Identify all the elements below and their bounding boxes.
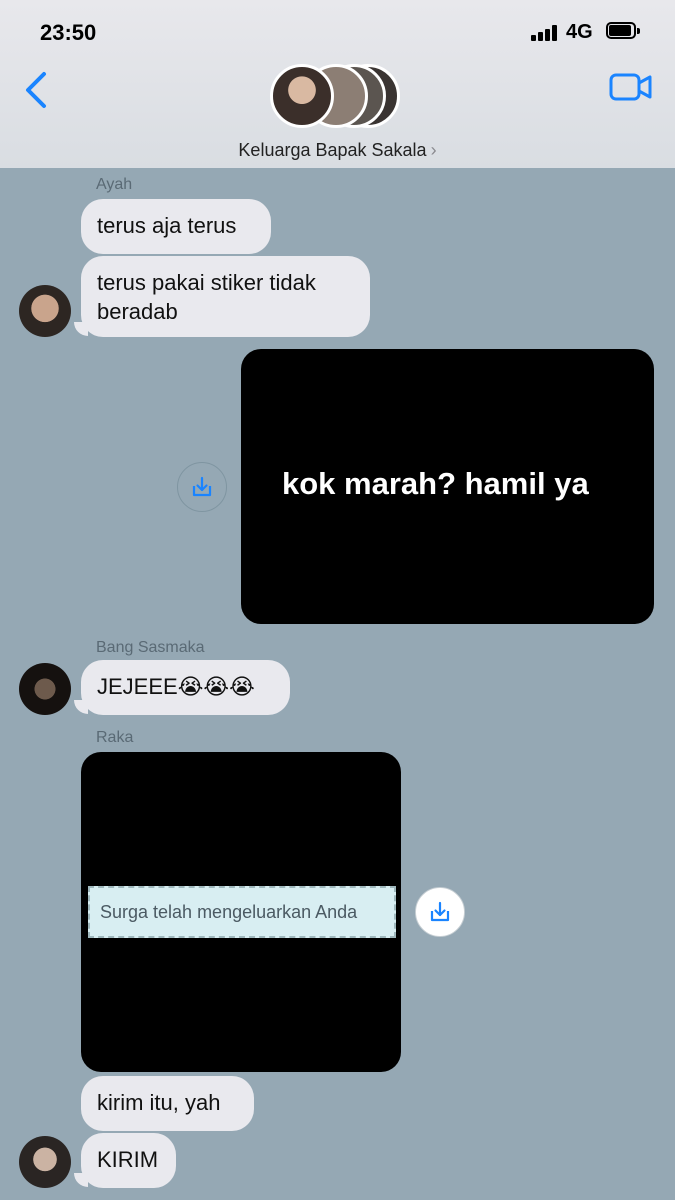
video-camera-icon: [609, 73, 652, 101]
bubble-tail: [74, 700, 88, 714]
message-text-line: terus pakai stiker tidak: [97, 270, 316, 295]
sender-name: Bang Sasmaka: [96, 639, 205, 656]
bubble-tail: [74, 1173, 88, 1187]
back-button[interactable]: [20, 70, 56, 110]
sender-name: Raka: [96, 729, 134, 746]
message-text: JEJEEE😭😭😭: [97, 674, 255, 699]
message-bubble[interactable]: terus aja terus: [81, 199, 271, 254]
message-bubble[interactable]: KIRIM: [81, 1133, 176, 1188]
battery-icon: [606, 22, 641, 42]
message-text: terus aja terus: [97, 213, 237, 238]
message-bubble[interactable]: kirim itu, yah: [81, 1076, 254, 1131]
message-bubble[interactable]: JEJEEE😭😭😭: [81, 660, 290, 715]
message-bubble[interactable]: terus pakai stiker tidak beradab: [81, 256, 370, 337]
message-text-line: beradab: [97, 299, 178, 324]
sender-name: Ayah: [96, 176, 133, 193]
chat-header: 23:50 4G Keluarga Bapak Sakala ›: [0, 0, 675, 168]
message-text: kirim itu, yah: [97, 1090, 221, 1115]
avatar[interactable]: [19, 285, 71, 337]
group-avatars[interactable]: [270, 64, 410, 134]
image-caption: kok marah? hamil ya: [282, 466, 589, 501]
download-button[interactable]: [415, 887, 465, 937]
image-message[interactable]: Surga telah mengeluarkan Anda: [81, 752, 401, 1072]
bubble-tail: [74, 322, 88, 336]
image-caption: Surga telah mengeluarkan Anda: [88, 886, 396, 938]
video-call-button[interactable]: [608, 70, 654, 104]
message-text: KIRIM: [97, 1147, 159, 1172]
download-button[interactable]: [177, 462, 227, 512]
back-chevron-icon: [26, 72, 46, 108]
group-name: Keluarga Bapak Sakala: [238, 140, 427, 160]
status-time: 23:50: [40, 20, 97, 45]
avatar: [270, 64, 334, 128]
download-icon: [430, 901, 450, 922]
download-icon: [192, 476, 212, 497]
image-message[interactable]: kok marah? hamil ya: [241, 349, 654, 624]
cellular-signal-icon: [531, 25, 559, 41]
avatar[interactable]: [19, 663, 71, 715]
chevron-right-icon: ›: [430, 140, 437, 160]
group-name-link[interactable]: Keluarga Bapak Sakala ›: [0, 140, 675, 161]
avatar[interactable]: [19, 1136, 71, 1188]
network-type: 4G: [566, 21, 593, 43]
